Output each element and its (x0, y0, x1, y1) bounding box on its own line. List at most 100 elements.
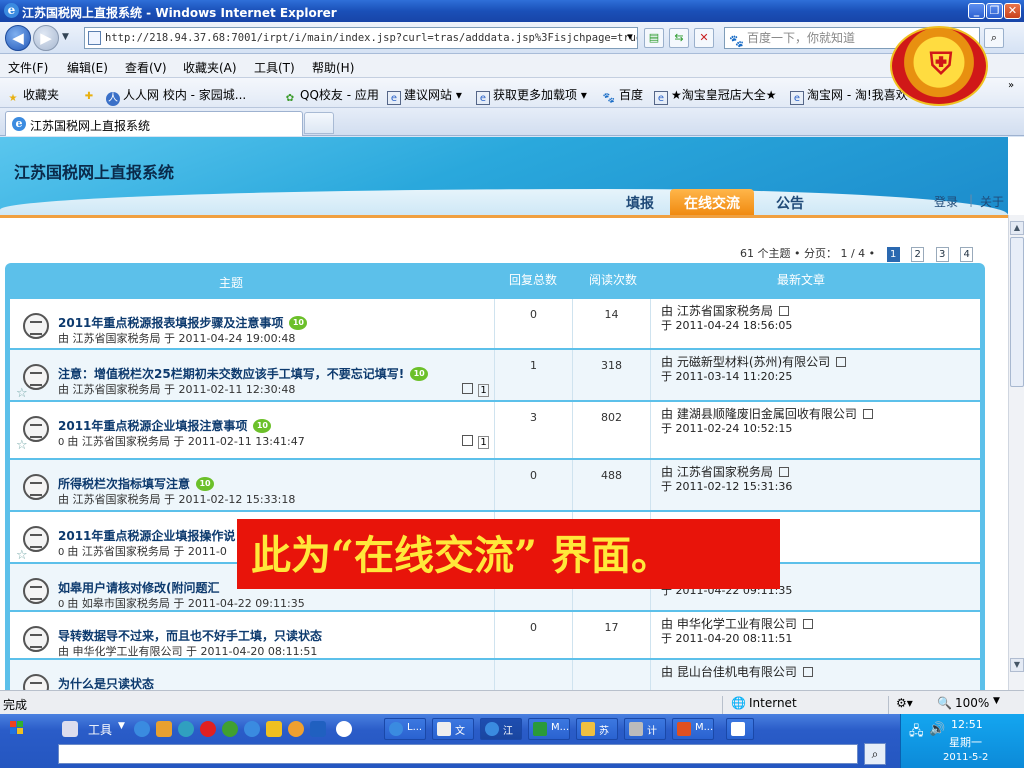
refresh-icon[interactable]: ⇆ (669, 28, 689, 48)
url-dropdown-icon[interactable]: ▾ (622, 28, 638, 48)
chevron-more-icon[interactable]: » (1008, 80, 1014, 91)
start-button[interactable] (0, 714, 36, 742)
menu-tools[interactable]: 工具(T) (254, 59, 295, 76)
toolbar-gear-icon[interactable] (62, 721, 78, 737)
taskbar-window-5[interactable]: 苏 (576, 718, 618, 740)
page-3-link[interactable]: 3 (935, 247, 949, 262)
tools-dropdown-icon[interactable]: ▼ (118, 721, 125, 731)
nav-tab-announcements[interactable]: 公告 (762, 189, 818, 215)
favorites-button[interactable]: ★ 收藏夹 (6, 86, 60, 106)
red-app-quicklaunch-icon[interactable] (200, 721, 216, 737)
minimize-button[interactable]: _ (968, 3, 985, 19)
search-icon[interactable]: ⌕ (984, 28, 1004, 48)
star-outline-icon[interactable]: ☆ (16, 386, 28, 401)
add-favorite-icon[interactable]: ✚ (82, 86, 99, 104)
about-link[interactable]: 关于 (980, 193, 1004, 210)
topic-title-link[interactable]: 注意：增值税栏次25栏期初未交数应该手工填写，不要忘记填写! 10 (58, 365, 429, 382)
favorite-link-suggested[interactable]: e 建议网站 ▾ (387, 86, 462, 105)
topic-title-link[interactable]: 如皋用户请核对修改(附问题汇 (58, 579, 220, 596)
volume-icon[interactable]: 🔊 (929, 722, 945, 737)
table-row[interactable]: ☆ 注意：增值税栏次25栏期初未交数应该手工填写，不要忘记填写! 10 由 江苏省国家… (10, 350, 980, 402)
taskbar-window-7[interactable]: M... (672, 718, 714, 740)
network-icon[interactable]: 🖧 (909, 722, 924, 744)
forward-button[interactable]: ▶ (33, 25, 59, 51)
favorite-link-baidu[interactable]: 🐾 百度 (602, 86, 643, 106)
topic-title-link[interactable]: 2011年重点税源报表填报步骤及注意事项 10 (58, 314, 308, 331)
goto-post-icon[interactable] (778, 467, 789, 477)
favorite-link-renren[interactable]: 人人人网 校内 - 家园城... (106, 86, 246, 106)
topic-title-link[interactable]: 所得税栏次指标填写注意 10 (58, 475, 215, 492)
goto-post-icon[interactable] (778, 306, 789, 316)
topic-page-link[interactable]: 1 (478, 436, 489, 449)
favorite-link-taobao[interactable]: e 淘宝网 - 淘!我喜欢 (790, 86, 908, 105)
maximize-button[interactable]: ❐ (986, 3, 1003, 19)
star-outline-icon[interactable]: ☆ (16, 438, 28, 453)
app-quicklaunch-icon[interactable] (178, 721, 194, 737)
goto-post-icon[interactable] (802, 619, 813, 629)
login-link[interactable]: 登录 (934, 193, 958, 210)
goto-post-icon[interactable] (802, 667, 813, 677)
new-tab-button[interactable] (304, 112, 334, 134)
taskbar-window-2[interactable]: 文 (432, 718, 474, 740)
topic-title-link[interactable]: 2011年重点税源企业填报注意事项 10 (58, 417, 272, 434)
ie2-quicklaunch-icon[interactable] (244, 721, 260, 737)
taskbar-address-input[interactable] (58, 744, 858, 764)
flower-quicklaunch-icon[interactable] (266, 721, 282, 737)
clock-time[interactable]: 12:51 (951, 718, 983, 731)
scroll-thumb[interactable] (1010, 237, 1024, 387)
page-2-link[interactable]: 2 (911, 247, 925, 262)
taskbar-window-1[interactable]: L... (384, 718, 426, 740)
menu-favorites[interactable]: 收藏夹(A) (183, 59, 237, 76)
compatibility-view-icon[interactable]: ▤ (644, 28, 664, 48)
topic-title-link[interactable]: 为什么是只读状态 (58, 675, 154, 690)
star-outline-icon[interactable]: ☆ (16, 548, 28, 563)
ie-quicklaunch-icon[interactable] (134, 721, 150, 737)
favorite-link-qq[interactable]: ✿ QQ校友 - 应用 (283, 86, 379, 106)
history-dropdown-icon[interactable]: ▼ (62, 32, 69, 42)
topic-title-link[interactable]: 导转数据导不过来，而且也不好手工填，只读状态 (58, 627, 322, 644)
menu-file[interactable]: 文件(F) (8, 59, 48, 76)
topic-title-link[interactable]: 2011年重点税源企业填报操作说 (58, 527, 235, 544)
favorite-link-taobao-stores[interactable]: e ★淘宝皇冠店大全★ (654, 86, 777, 105)
nav-tab-online-forum[interactable]: 在线交流 (670, 189, 754, 215)
browser-tab-active[interactable]: e 江苏国税网上直报系统 (5, 111, 303, 136)
close-button[interactable]: ✕ (1004, 3, 1021, 19)
menu-edit[interactable]: 编辑(E) (67, 59, 108, 76)
green-app-quicklaunch-icon[interactable] (222, 721, 238, 737)
toolbar-tools-label[interactable]: 工具 (88, 721, 112, 738)
url-input[interactable]: http://218.94.37.68:7001/irpt/i/main/ind… (84, 27, 638, 49)
table-row[interactable]: ☆ 2011年重点税源企业填报注意事项 10 0 由 江苏省国家税务局 于 2011-0… (10, 402, 980, 460)
table-row[interactable]: 导转数据导不过来，而且也不好手工填，只读状态由 申华化学工业有限公司 于 201… (10, 612, 980, 660)
topic-page-link[interactable]: 1 (478, 384, 489, 397)
table-row[interactable]: 为什么是只读状态 由 昆山台佳机电有限公司 (10, 660, 980, 690)
nav-tab-fill[interactable]: 填报 (612, 189, 668, 215)
scroll-down-arrow-icon[interactable]: ▼ (1010, 658, 1024, 672)
taskbar-search-icon[interactable]: ⌕ (864, 743, 886, 765)
goto-post-icon[interactable] (836, 357, 847, 367)
page-1-link[interactable]: 1 (886, 247, 900, 262)
zoom-icon[interactable]: 🔍 (937, 696, 952, 710)
zoom-dropdown-icon[interactable]: ▼ (993, 696, 1000, 706)
table-row[interactable]: 所得税栏次指标填写注意 10 由 江苏省国家税务局 于 2011-02-12 15:… (10, 460, 980, 512)
box-quicklaunch-icon[interactable] (310, 721, 326, 737)
favorite-link-addons[interactable]: e 获取更多加载项 ▾ (476, 86, 587, 105)
protected-mode-icon[interactable]: ⚙▾ (896, 696, 913, 710)
taskbar-window-6[interactable]: 计 (624, 718, 666, 740)
s-app-quicklaunch-icon[interactable] (336, 721, 352, 737)
person-quicklaunch-icon[interactable] (156, 721, 172, 737)
stop-icon[interactable]: ✕ (694, 28, 714, 48)
goto-post-icon[interactable] (862, 409, 873, 419)
qq-quicklaunch-icon[interactable] (288, 721, 304, 737)
menu-view[interactable]: 查看(V) (125, 59, 167, 76)
zoom-level[interactable]: 100% (955, 696, 989, 710)
menu-help[interactable]: 帮助(H) (312, 59, 354, 76)
taskbar-window-3[interactable]: 江 (480, 718, 522, 740)
latest-post-author[interactable]: 由 昆山台佳机电有限公司 (661, 663, 813, 680)
page-scrollbar[interactable]: ▲ ▼ (1008, 215, 1024, 690)
table-row[interactable]: 2011年重点税源报表填报步骤及注意事项 10 由 江苏省国家税务局 于 2011-… (10, 299, 980, 350)
taskbar-window-4[interactable]: M... (528, 718, 570, 740)
scroll-up-arrow-icon[interactable]: ▲ (1010, 221, 1024, 235)
back-button[interactable]: ◀ (5, 25, 31, 51)
window-title-bar[interactable]: e 江苏国税网上直报系统 - Windows Internet Explorer… (0, 0, 1024, 22)
taskbar-window-8[interactable] (726, 718, 754, 740)
